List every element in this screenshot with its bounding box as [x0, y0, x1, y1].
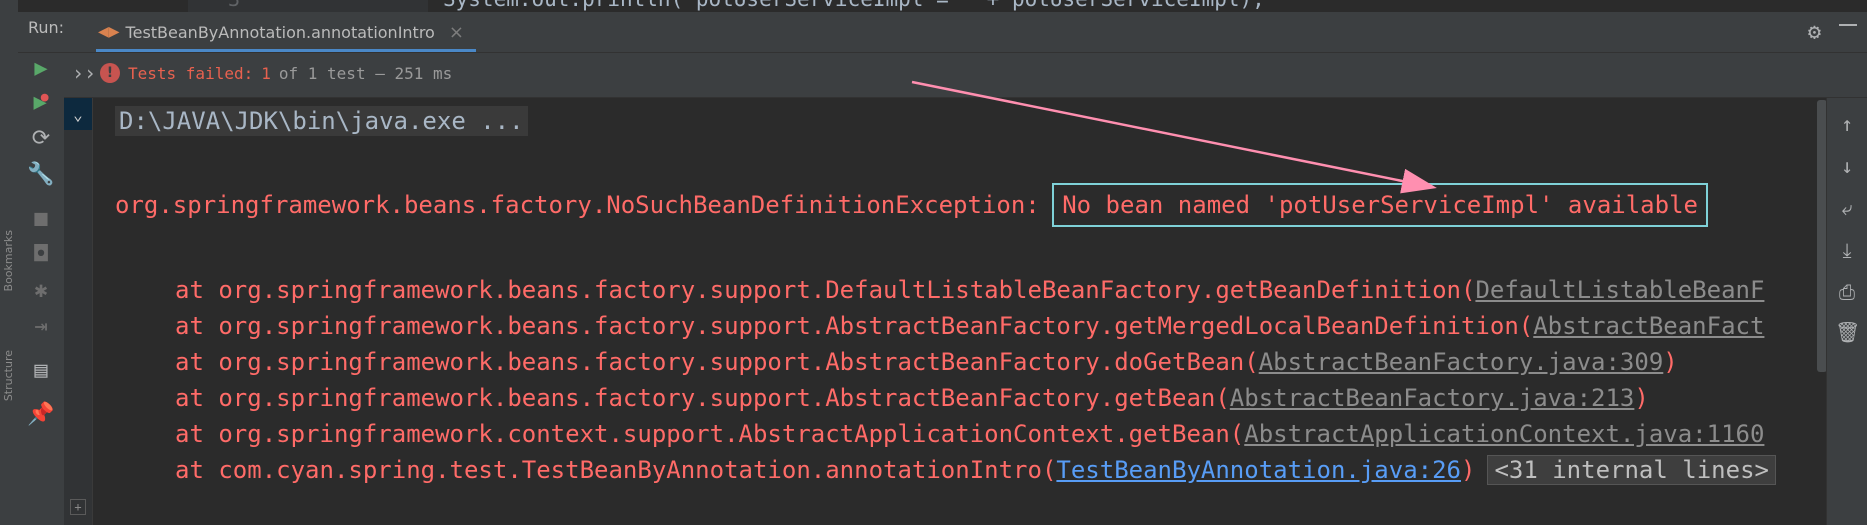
test-status-row: ›› ! Tests failed: 1 of 1 test – 251 ms	[64, 53, 1867, 98]
soft-wrap-icon[interactable]: ⤶	[1835, 196, 1859, 220]
down-arrow-icon[interactable]: ↓	[1835, 154, 1859, 178]
layout-icon[interactable]: ▤	[26, 355, 56, 385]
editor-gutter: 3	[188, 0, 428, 12]
print-icon[interactable]: ⎙	[1835, 280, 1859, 304]
scroll-to-end-icon[interactable]: ⤓	[1835, 238, 1859, 262]
status-suffix: of 1 test – 251 ms	[278, 63, 453, 83]
source-link-user-code[interactable]: TestBeanByAnnotation.java:26	[1056, 456, 1461, 484]
error-icon: !	[100, 63, 120, 83]
source-link[interactable]: AbstractBeanFactory.java:309	[1259, 348, 1664, 376]
source-link[interactable]: DefaultListableBeanF	[1475, 276, 1764, 304]
bug-icon[interactable]: ✱	[26, 275, 56, 305]
test-config-icon: ◀▶	[98, 24, 120, 40]
command-line: D:\JAVA\JDK\bin\java.exe ...	[115, 106, 528, 136]
run-tab[interactable]: ◀▶ TestBeanByAnnotation.annotationIntro …	[96, 12, 476, 52]
console-right-toolbar: ↑ ↓ ⤶ ⤓ ⎙ 🗑	[1826, 98, 1867, 525]
structure-tab[interactable]: Structure	[2, 350, 15, 401]
chevron-down-icon[interactable]: ⌄	[64, 98, 92, 130]
stack-frame: at org.springframework.beans.factory.sup…	[175, 384, 1649, 412]
test-status: ! Tests failed: 1 of 1 test – 251 ms	[100, 63, 452, 83]
exception-class: org.springframework.beans.factory.NoSuch…	[115, 191, 1040, 219]
exit-icon[interactable]: ⇥	[26, 311, 56, 341]
minimize-icon[interactable]	[1839, 24, 1857, 26]
rerun-icon[interactable]: ▶	[26, 53, 56, 83]
bookmarks-tab[interactable]: Bookmarks	[2, 230, 15, 291]
run-toolbar: Run: ◀▶ TestBeanByAnnotation.annotationI…	[18, 12, 1867, 53]
close-tab-icon[interactable]: ×	[449, 22, 464, 43]
failed-count: 1	[261, 63, 271, 83]
exception-line: org.springframework.beans.factory.NoSuch…	[115, 183, 1708, 227]
left-edge-strip: Bookmarks Structure	[0, 0, 19, 525]
internal-lines-fold[interactable]: <31 internal lines>	[1487, 455, 1776, 485]
console-output[interactable]: D:\JAVA\JDK\bin\java.exe ... org.springf…	[93, 98, 1813, 525]
stop-icon[interactable]: ■	[26, 203, 56, 233]
source-link[interactable]: AbstractBeanFactory.java:213	[1230, 384, 1635, 412]
camera-icon[interactable]: ◘	[26, 239, 56, 269]
source-link[interactable]: AbstractBeanFact	[1533, 312, 1764, 340]
expand-fold-icon[interactable]: +	[70, 499, 86, 515]
stack-frame: at com.cyan.spring.test.TestBeanByAnnota…	[175, 455, 1776, 485]
wrench-icon[interactable]: 🔧	[26, 159, 56, 189]
gear-icon[interactable]: ⚙	[1808, 20, 1821, 45]
stack-frame: at org.springframework.beans.factory.sup…	[175, 312, 1765, 340]
stack-frame: at org.springframework.beans.factory.sup…	[175, 348, 1678, 376]
source-link[interactable]: AbstractApplicationContext.java:1160	[1244, 420, 1764, 448]
status-prefix: Tests failed:	[128, 63, 254, 83]
editor-peek: 3 System.out.println("potUserServiceImpl…	[18, 0, 1867, 12]
expand-chevron-icon[interactable]: ››	[72, 61, 96, 85]
editor-code-line: System.out.println("potUserServiceImpl =…	[443, 0, 1265, 11]
run-label: Run:	[28, 18, 65, 37]
stack-frame: at org.springframework.context.support.A…	[175, 420, 1765, 448]
up-arrow-icon[interactable]: ↑	[1835, 112, 1859, 136]
toggle-auto-test-icon[interactable]: ⟳	[26, 123, 56, 153]
run-left-toolbar: ▶ ▶ ● ⟳ 🔧 ■ ◘ ✱ ⇥ ▤ 📌	[18, 53, 65, 525]
rerun-failed-icon[interactable]: ▶ ●	[26, 87, 56, 117]
run-tab-title: TestBeanByAnnotation.annotationIntro	[125, 22, 435, 42]
exception-message-highlight: No bean named 'potUserServiceImpl' avail…	[1052, 183, 1708, 227]
stack-frame: at org.springframework.beans.factory.sup…	[175, 276, 1765, 304]
test-tree-pane: ⌄ +	[64, 98, 93, 525]
trash-icon[interactable]: 🗑	[1835, 320, 1860, 344]
active-tab-indicator	[96, 49, 476, 52]
pin-icon[interactable]: 📌	[26, 399, 56, 429]
